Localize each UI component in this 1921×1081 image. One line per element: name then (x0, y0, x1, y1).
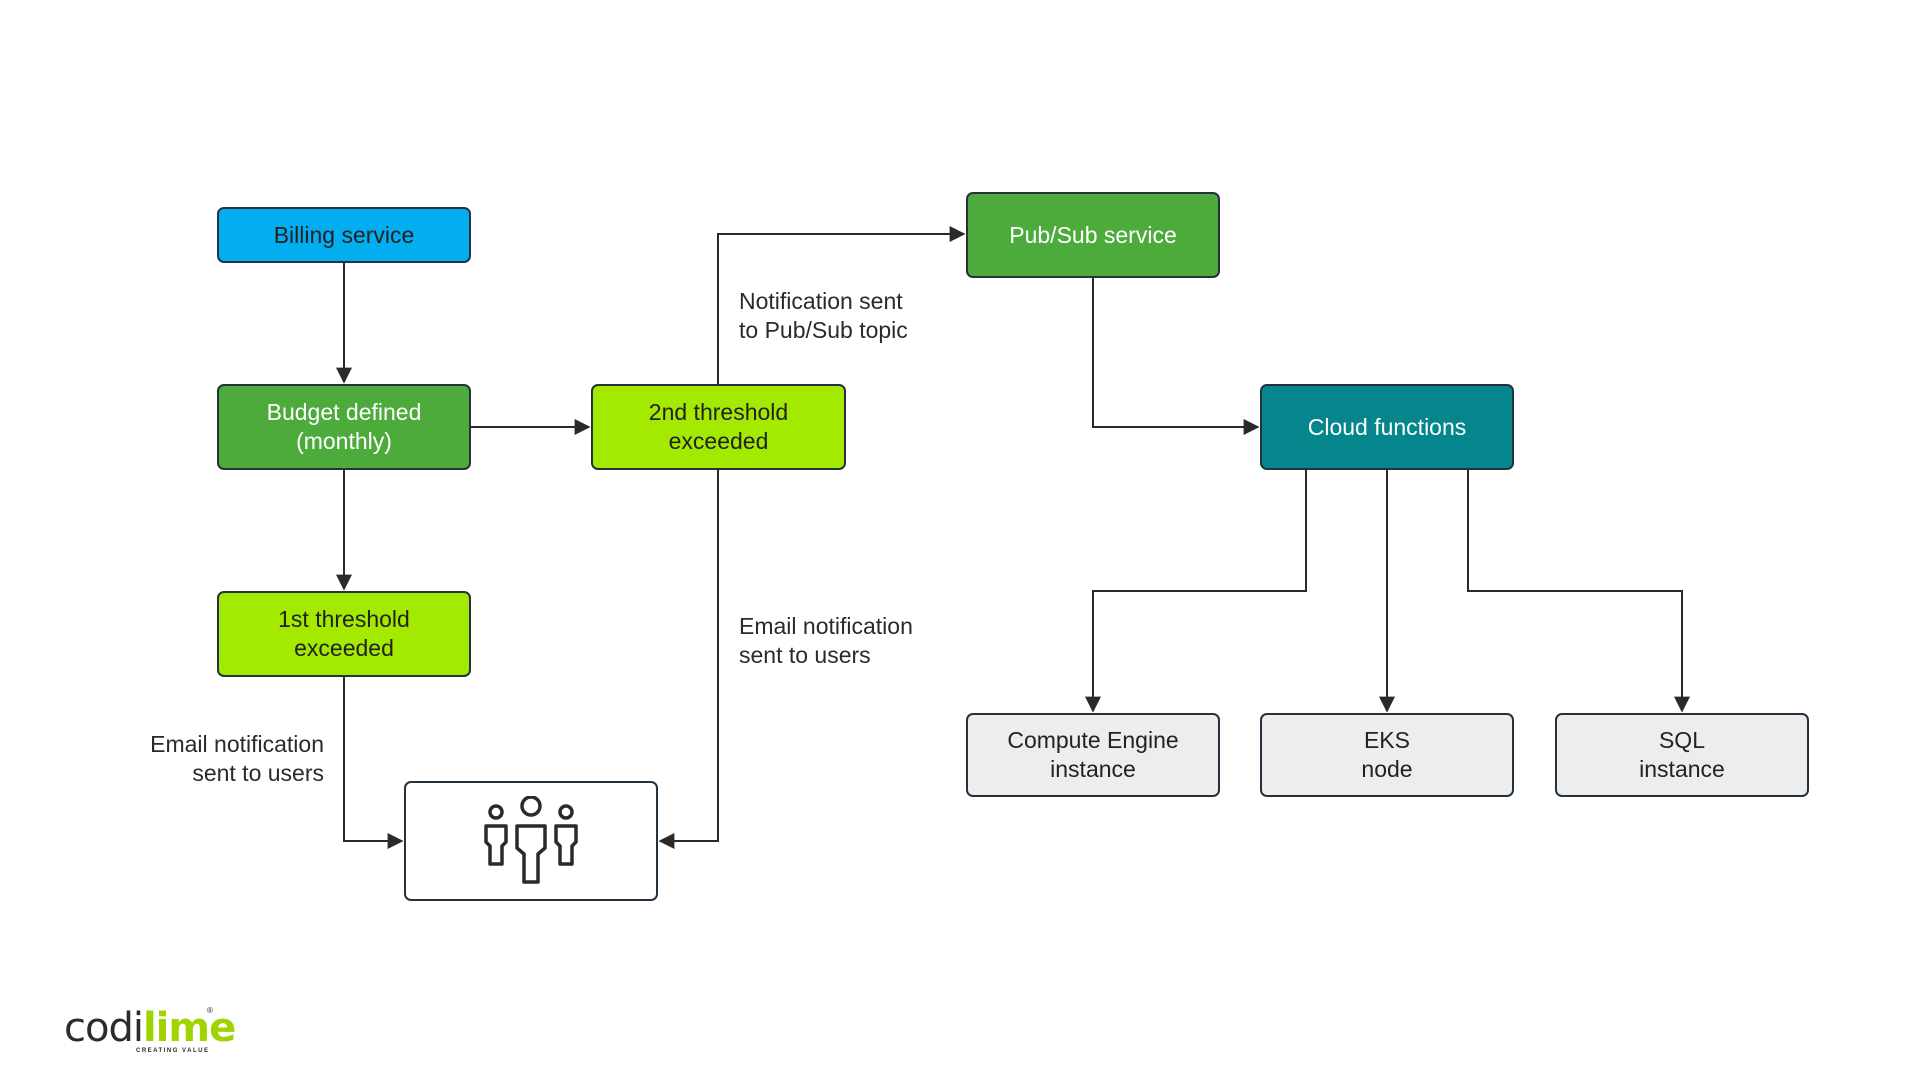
edge-label-pubsub-notification: Notification sent to Pub/Sub topic (739, 288, 908, 343)
first-threshold-node[interactable]: 1st threshold exceeded (217, 591, 471, 677)
cloud-functions-node[interactable]: Cloud functions (1260, 384, 1514, 470)
second-threshold-node[interactable]: 2nd threshold exceeded (591, 384, 846, 470)
logo-text-codi: codi (64, 1005, 144, 1051)
budget-defined-node[interactable]: Budget defined (monthly) (217, 384, 471, 470)
eks-node[interactable]: EKS node (1260, 713, 1514, 797)
logo-text-lime: lime (142, 1005, 236, 1051)
users-group-icon (484, 796, 578, 884)
logo-tagline: CREATING VALUE (136, 1048, 210, 1054)
edge-pubsub-cloud (1092, 278, 1260, 435)
pubsub-service-node[interactable]: Pub/Sub service (966, 192, 1220, 278)
edge-cloud-compute (1085, 470, 1307, 713)
sql-instance-node[interactable]: SQL instance (1555, 713, 1809, 797)
edge-cloud-sql (1467, 470, 1690, 713)
registered-mark: ® (207, 1006, 213, 1015)
edge-second-users (658, 470, 719, 849)
compute-engine-node[interactable]: Compute Engine instance (966, 713, 1220, 797)
codilime-logo: codilime ® CREATING VALUE (64, 1005, 236, 1058)
users-node[interactable] (404, 781, 658, 901)
connectors (336, 226, 1690, 849)
billing-service-node[interactable]: Billing service (217, 207, 471, 263)
edge-first-users (343, 677, 404, 849)
edge-label-email-second: Email notification sent to users (739, 613, 913, 668)
edge-label-email-first: Email notification sent to users (150, 731, 324, 786)
